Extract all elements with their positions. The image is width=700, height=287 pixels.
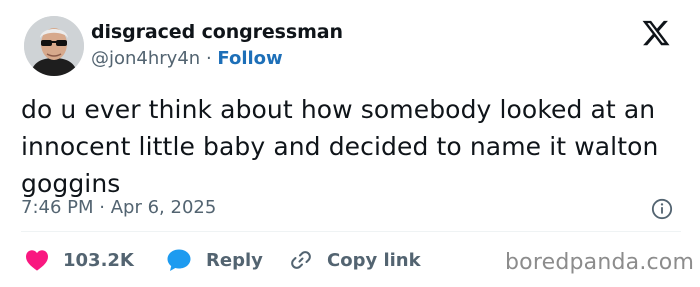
tweet-timestamp[interactable]: 7:46 PM · Apr 6, 2025: [21, 197, 216, 218]
copy-link-label: Copy link: [327, 249, 421, 271]
author-handle-line: @jon4hry4n · Follow: [91, 48, 283, 69]
avatar-photo: [24, 16, 84, 76]
author-display-name[interactable]: disgraced congressman: [91, 21, 343, 43]
heart-icon: [26, 250, 48, 271]
copy-link-button[interactable]: Copy link: [289, 246, 421, 274]
info-icon[interactable]: [651, 198, 673, 220]
tweet-date: Apr 6, 2025: [110, 197, 217, 218]
tweet-time: 7:46 PM: [21, 197, 94, 218]
tweet-text: do u ever think about how somebody looke…: [21, 95, 659, 198]
avatar[interactable]: [24, 16, 84, 76]
x-logo-icon[interactable]: [641, 18, 671, 48]
divider: [21, 231, 681, 232]
follow-button[interactable]: Follow: [217, 48, 282, 69]
link-icon: [291, 251, 311, 269]
speech-bubble-icon: [167, 249, 191, 271]
reply-button[interactable]: Reply: [166, 246, 263, 274]
like-button[interactable]: 103.2K: [25, 246, 134, 274]
author-handle[interactable]: @jon4hry4n: [91, 48, 200, 69]
reply-label: Reply: [206, 249, 263, 271]
likes-count: 103.2K: [63, 249, 134, 271]
timestamp-separator: ·: [99, 197, 105, 218]
handle-separator: ·: [205, 48, 212, 69]
watermark: boredpanda.com: [505, 250, 695, 275]
